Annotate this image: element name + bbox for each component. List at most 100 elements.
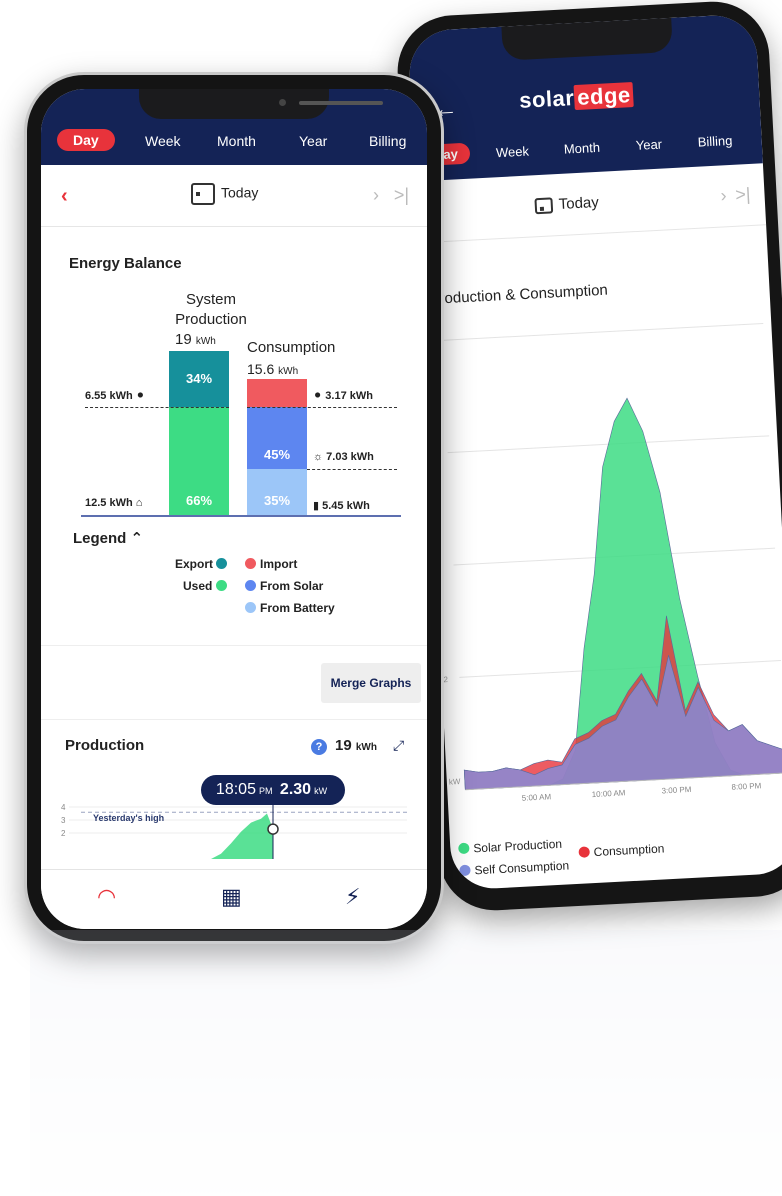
- legend-toggle[interactable]: Legend ⌃: [73, 529, 143, 547]
- reflection: [30, 930, 782, 1196]
- from-solar-dot: [245, 580, 256, 591]
- calendar-icon: [191, 183, 215, 205]
- export-kwh-value: 6.55 kWh ⚫: [85, 390, 145, 402]
- section-divider: [41, 645, 427, 646]
- production-consumption-chart[interactable]: 2468kW5:00 AM10:00 AM3:00 PM8:00 PM: [423, 303, 782, 841]
- help-icon[interactable]: ?: [311, 739, 327, 755]
- x-tick-label: 3:00 PM: [661, 785, 692, 796]
- merge-graphs-button[interactable]: Merge Graphs: [321, 663, 421, 703]
- sun-icon: ☼: [313, 451, 324, 463]
- camera-dot: [279, 99, 286, 106]
- tab-month[interactable]: Month: [217, 133, 256, 149]
- used-dot: [215, 580, 227, 591]
- grid-tower-icon: ⚫: [313, 390, 323, 402]
- tab-week[interactable]: Week: [145, 133, 181, 149]
- speaker-grille: [299, 101, 383, 105]
- last-day-icon[interactable]: >|: [735, 184, 751, 206]
- house-icon: ⌂: [135, 497, 143, 509]
- y-tick-label: 2: [61, 829, 66, 838]
- from-battery-bar[interactable]: [247, 469, 307, 515]
- date-picker[interactable]: Today: [534, 193, 600, 215]
- x-tick-label: 8:00 PM: [731, 781, 762, 792]
- energy-balance-title: Energy Balance: [69, 255, 182, 272]
- grid-tower-icon: ⚫: [135, 390, 145, 402]
- legend-used: Used: [183, 579, 231, 593]
- legend-solar-dot: [458, 842, 470, 855]
- left-phone-screen: Day Week Month Year Billing ‹ Today › >|…: [41, 89, 427, 929]
- y-axis-label: kW: [449, 777, 461, 787]
- left-phone: Day Week Month Year Billing ‹ Today › >|…: [24, 72, 444, 944]
- last-day-icon[interactable]: >|: [394, 185, 409, 206]
- next-day-chevron-icon[interactable]: ›: [720, 185, 727, 206]
- legend-solar-production: Solar Production: [458, 837, 562, 856]
- import-dot: [245, 558, 256, 569]
- cursor-point[interactable]: [267, 823, 279, 835]
- import-divider-line: [247, 407, 397, 408]
- battery-icon: ▮: [313, 500, 320, 512]
- y-tick-label: 2: [443, 675, 448, 684]
- tab-month[interactable]: Month: [563, 140, 600, 157]
- y-tick-label: 4: [61, 803, 66, 812]
- import-bar[interactable]: [247, 379, 307, 407]
- grid-icon[interactable]: ▦: [221, 884, 242, 910]
- x-tick-label: 5:00 AM: [522, 792, 552, 803]
- right-phone-screen: ← solaredge Day Week Month Year Billing …: [407, 13, 782, 891]
- legend-import: Import: [245, 557, 297, 571]
- consumption-label: Consumption: [247, 339, 336, 356]
- export-dot: [216, 558, 228, 569]
- yesterday-high-label: Yesterday's high: [93, 813, 165, 823]
- production-label-line2: Production: [175, 311, 247, 328]
- tab-year[interactable]: Year: [635, 137, 662, 153]
- tab-year[interactable]: Year: [299, 133, 327, 149]
- tab-week[interactable]: Week: [496, 144, 530, 161]
- solar-divider-line: [307, 469, 397, 470]
- used-pct: 66%: [185, 493, 213, 508]
- energy-baseline: [81, 515, 401, 517]
- production-label-line1: System: [185, 291, 236, 308]
- production-total: 19 kWh: [335, 737, 377, 754]
- legend-consumption-dot: [578, 846, 590, 858]
- legend-self-dot: [459, 864, 471, 877]
- chevron-up-icon: ⌃: [130, 530, 144, 547]
- calendar-icon: [534, 197, 554, 215]
- reflection-gradient: [30, 930, 782, 1196]
- expand-icon[interactable]: ⤢: [393, 737, 404, 754]
- production-total: 19 kWh: [175, 331, 216, 348]
- import-kwh-value: ⚫ 3.17 kWh: [313, 390, 373, 402]
- tab-day[interactable]: Day: [57, 129, 115, 151]
- export-divider-line: [85, 407, 229, 408]
- production-title: Production: [65, 737, 145, 754]
- section-divider: [41, 719, 427, 720]
- used-kwh-value: 12.5 kWh ⌂: [85, 497, 143, 509]
- legend-from-solar: From Solar: [245, 579, 323, 593]
- tab-billing[interactable]: Billing: [369, 133, 406, 149]
- date-label: Today: [558, 193, 600, 214]
- from-battery-dot: [245, 602, 256, 613]
- notch: [139, 89, 383, 119]
- export-pct: 34%: [185, 371, 213, 386]
- gauge-icon[interactable]: ◠: [97, 884, 116, 910]
- legend-consumption: Consumption: [578, 841, 665, 859]
- tab-billing[interactable]: Billing: [697, 133, 732, 150]
- gridline: [441, 322, 764, 341]
- date-label: Today: [221, 184, 259, 201]
- consumption-total: 15.6 kWh: [247, 361, 299, 377]
- chart-title: Production & Consumption: [429, 281, 609, 308]
- from-battery-pct: 35%: [263, 493, 291, 508]
- next-day-chevron-icon[interactable]: ›: [373, 185, 379, 206]
- solar-kwh-value: ☼ 7.03 kWh: [313, 451, 374, 463]
- date-navigator: ‹ Today › >|: [41, 165, 427, 227]
- date-picker[interactable]: Today: [191, 183, 258, 205]
- legend-from-battery: From Battery: [245, 601, 335, 615]
- x-tick-label: 10:00 AM: [591, 788, 626, 799]
- production-tooltip: 18:05 PM 2.30 kW: [201, 775, 345, 805]
- legend-self-consumption: Self Consumption: [459, 858, 569, 878]
- right-phone: ← solaredge Day Week Month Year Billing …: [394, 0, 782, 914]
- previous-day-chevron-icon[interactable]: ‹: [61, 185, 68, 208]
- battery-kwh-value: ▮ 5.45 kWh: [313, 500, 370, 512]
- y-tick-label: 3: [61, 816, 66, 825]
- ev-charger-icon[interactable]: ⚡: [345, 884, 360, 910]
- bottom-navigation: ◠ ▦ ⚡: [41, 869, 427, 929]
- legend-export: Export: [175, 557, 231, 571]
- from-solar-pct: 45%: [263, 447, 291, 462]
